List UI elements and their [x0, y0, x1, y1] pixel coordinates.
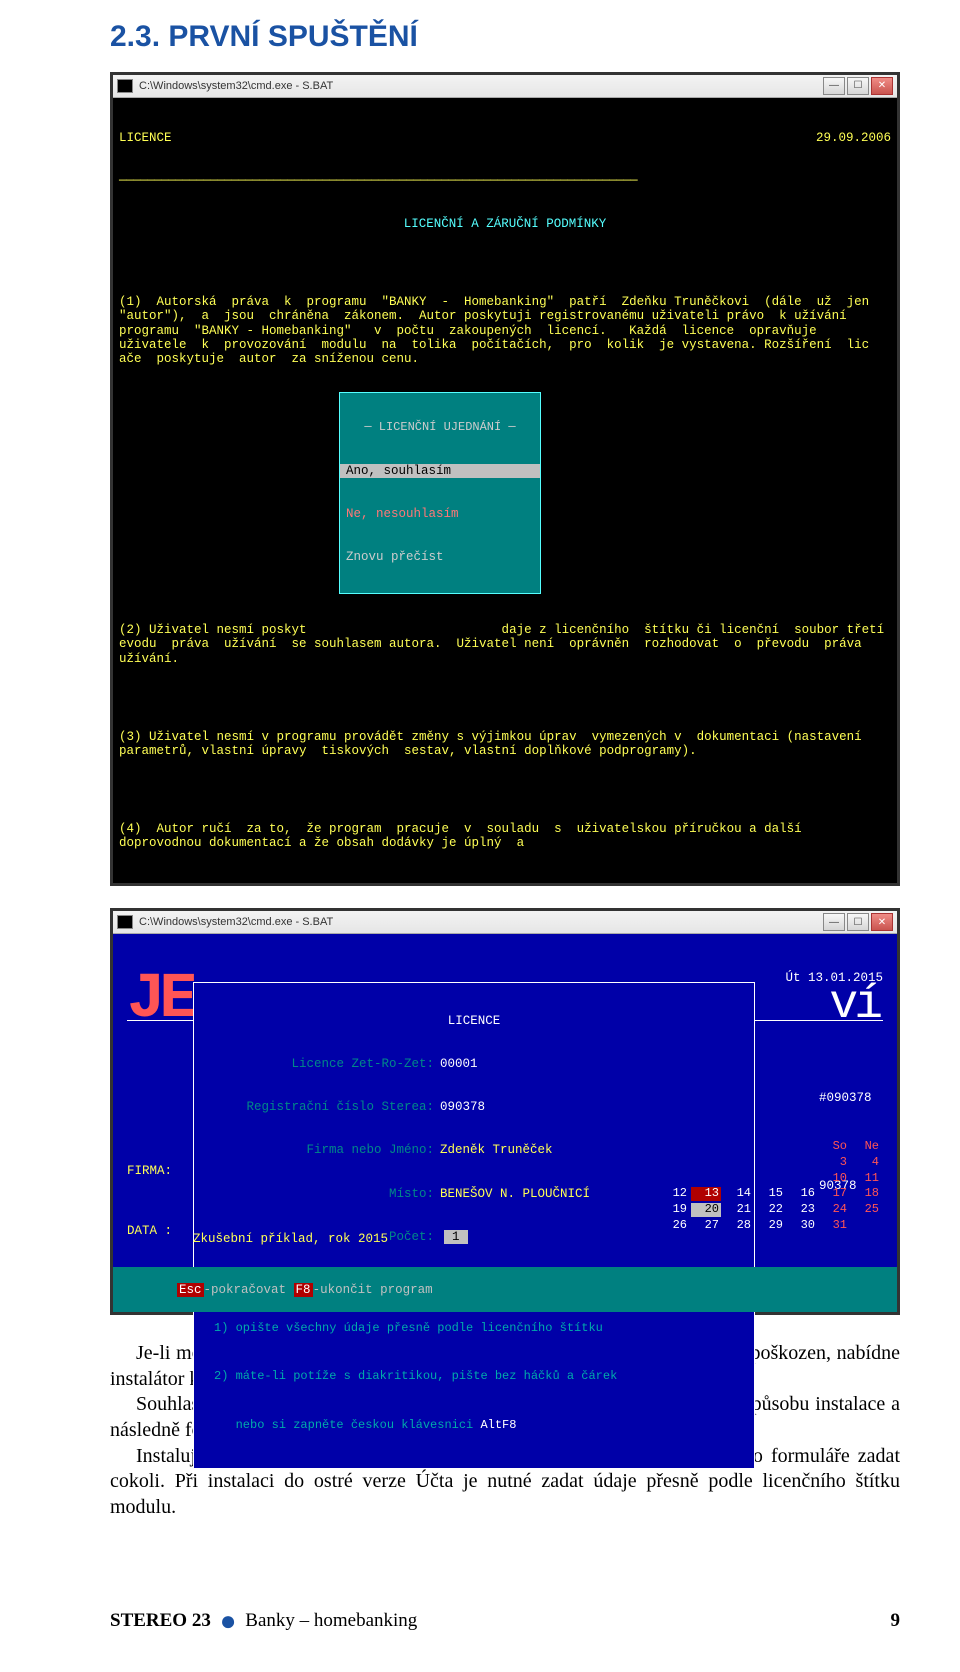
instruction-1: 1) opište všechny údaje přesně podle lic… [194, 1322, 754, 1336]
terms-title: LICENČNÍ A ZÁRUČNÍ PODMÍNKY [119, 217, 891, 231]
popup-title: ─ LICENČNÍ UJEDNÁNÍ ─ [340, 421, 540, 435]
popup-option-no[interactable]: Ne, nesouhlasím [340, 507, 540, 521]
maximize-icon[interactable]: ☐ [847, 77, 869, 95]
footer-text-2: -ukončit program [313, 1283, 433, 1297]
footer-product: STEREO 23 [110, 1610, 211, 1631]
count-value[interactable]: 1 [444, 1230, 468, 1244]
maximize-icon[interactable]: ☐ [847, 913, 869, 931]
screenshot-window-2: C:\Windows\system32\cmd.exe - S.BAT — ☐ … [110, 908, 900, 1315]
reg-number-label: Registrační číslo Sterea: [194, 1100, 440, 1114]
page-footer: STEREO 23 ● Banky – homebanking 9 [110, 1610, 900, 1632]
firma-label: FIRMA: [127, 1164, 172, 1178]
footer-subtitle: Banky – homebanking [245, 1610, 417, 1631]
popup-option-reread[interactable]: Znovu přečíst [340, 550, 540, 564]
ruler: ────────────────────────────────────────… [119, 174, 891, 188]
licence-date: 29.09.2006 [816, 131, 891, 145]
terms-para-1: (1) Autorská práva k programu "BANKY - H… [119, 295, 891, 367]
minimize-icon[interactable]: — [823, 77, 845, 95]
banner-right-fragment: ví [829, 978, 879, 1033]
cmd-icon [117, 79, 133, 93]
calendar: SoNe341011121314151617181920212223242526… [657, 1110, 883, 1262]
lic-zet-label: Licence Zet-Ro-Zet: [194, 1057, 440, 1071]
reg-number-value[interactable]: 090378 [440, 1100, 485, 1114]
minimize-icon[interactable]: — [823, 913, 845, 931]
esc-key[interactable]: Esc [177, 1283, 204, 1297]
close-icon[interactable]: ✕ [871, 77, 893, 95]
titlebar: C:\Windows\system32\cmd.exe - S.BAT — ☐ … [113, 75, 897, 98]
window-title: C:\Windows\system32\cmd.exe - S.BAT [139, 80, 333, 93]
popup-option-yes[interactable]: Ano, souhlasím [340, 464, 540, 478]
instruction-2: 2) máte-li potíže s diakritikou, pište b… [194, 1370, 754, 1384]
place-label: Místo: [194, 1187, 440, 1201]
section-heading: 2.3. PRVNÍ SPUŠTĚNÍ [0, 20, 960, 54]
terms-para-2: (2) Uživatel nesmí poskyt daje z licenčn… [119, 623, 891, 666]
meta-hash: #090378 [819, 1091, 879, 1105]
terms-para-4: (4) Autor ručí za to, že program pracuje… [119, 822, 891, 851]
sample-data-label: Zkušební příklad, rok 2015 [193, 1232, 388, 1246]
place-value[interactable]: BENEŠOV N. PLOUČNICÍ [440, 1187, 590, 1201]
status-footer: Esc-pokračovat F8-ukončit program [113, 1267, 897, 1312]
terms-para-3: (3) Uživatel nesmí v programu provádět z… [119, 730, 891, 759]
firm-name-value[interactable]: Zdeněk Truněček [440, 1143, 553, 1157]
footer-text-1: -pokračovat [204, 1283, 294, 1297]
lic-zet-value[interactable]: 00001 [440, 1057, 478, 1071]
data-label: DATA : [127, 1224, 172, 1238]
banner-left-fragment: JE [127, 964, 192, 1038]
licence-form-title: LICENCE [194, 1014, 754, 1028]
screenshot-window-1: C:\Windows\system32\cmd.exe - S.BAT — ☐ … [110, 72, 900, 886]
licence-header: LICENCE [119, 131, 172, 145]
f8-key[interactable]: F8 [294, 1283, 313, 1297]
bullet-icon: ● [216, 1606, 241, 1637]
titlebar: C:\Windows\system32\cmd.exe - S.BAT — ☐ … [113, 911, 897, 934]
close-icon[interactable]: ✕ [871, 913, 893, 931]
page-number: 9 [891, 1610, 901, 1632]
window-title: C:\Windows\system32\cmd.exe - S.BAT [139, 916, 333, 929]
cmd-icon [117, 915, 133, 929]
licence-agreement-popup: ─ LICENČNÍ UJEDNÁNÍ ─ Ano, souhlasím Ne,… [339, 392, 541, 595]
instruction-3: nebo si zapněte českou klávesnici AltF8 [194, 1419, 754, 1433]
firm-name-label: Firma nebo Jméno: [194, 1143, 440, 1157]
